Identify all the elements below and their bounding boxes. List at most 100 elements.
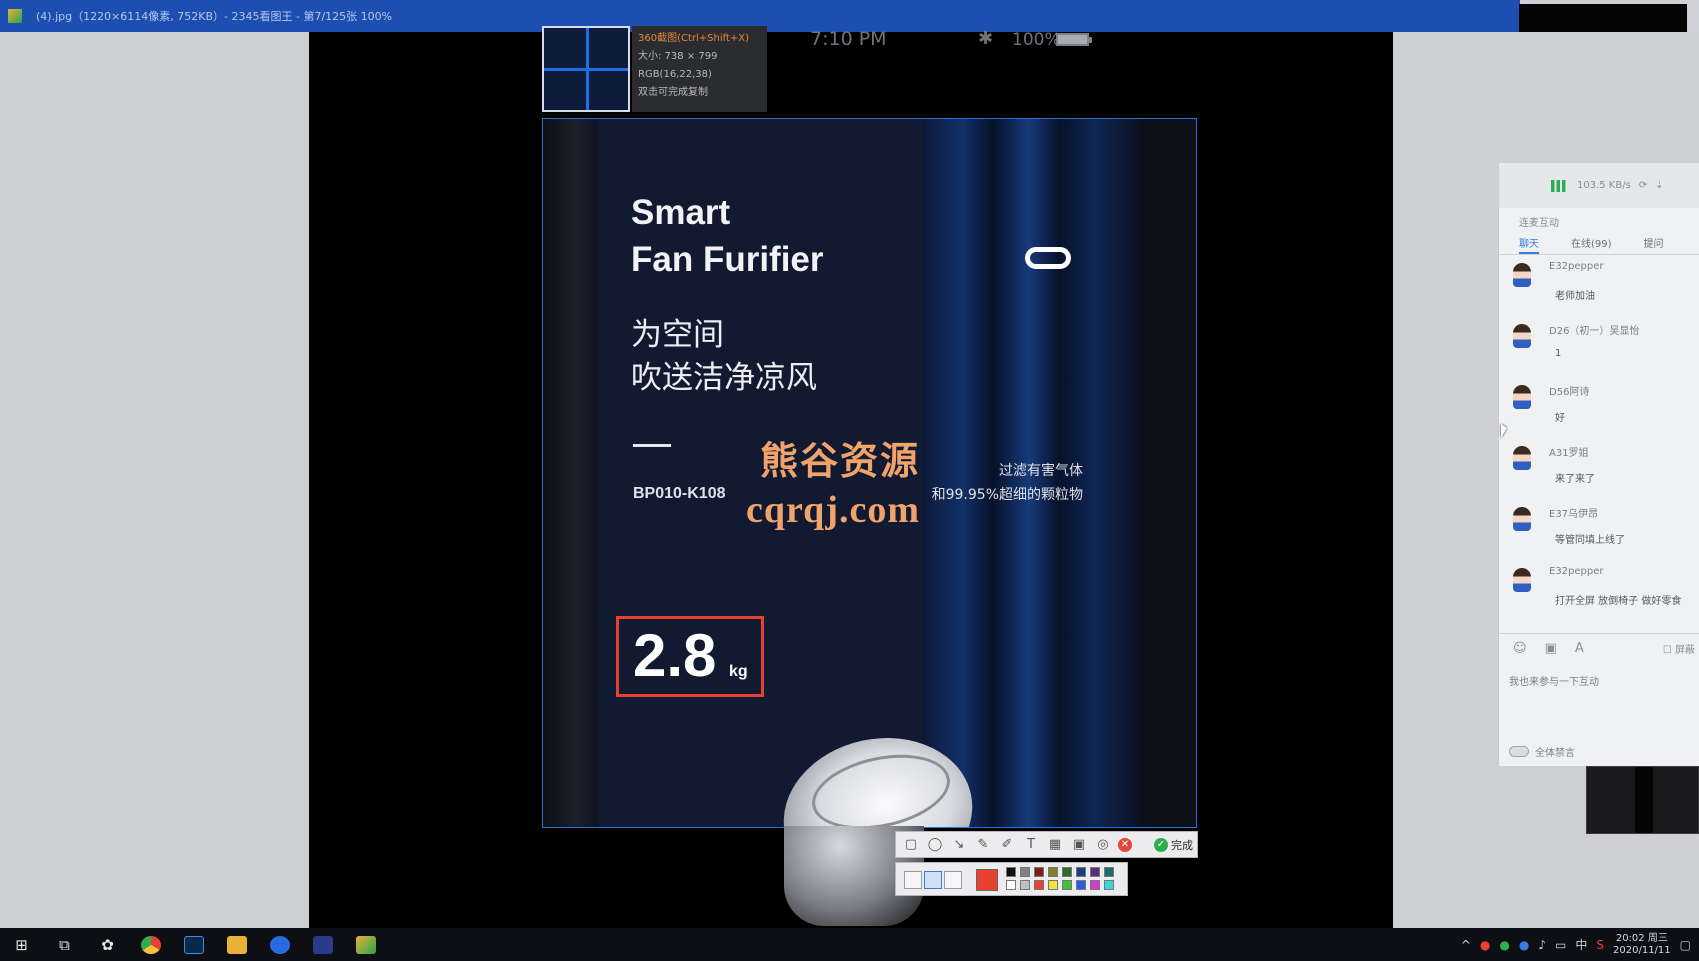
battery-icon (1056, 33, 1092, 46)
chat-message-list: E32pepper 老师加油 D26（初一）吴显怡 1 D56阿诗好 A31罗姐 来了… (1499, 255, 1699, 621)
list-item: E32pepper 老师加油 (1499, 255, 1699, 316)
poster-left-shadow (543, 119, 598, 827)
bluetooth-icon: ✱ (978, 28, 994, 49)
system-tray: ^ ● ● ● ♪ ▭ 中 S 20:02 周三 2020/11/11 ▢ (1461, 928, 1691, 961)
task-view-icon[interactable]: ⧉ (43, 928, 86, 961)
block-checkbox[interactable]: ☐ 屏蔽 (1663, 641, 1695, 656)
notification-icon[interactable]: ▢ (1680, 938, 1691, 952)
pin-icon[interactable]: ◎ (1094, 836, 1112, 854)
mute-all-toggle[interactable]: 全体禁言 (1509, 744, 1575, 759)
color-swatch[interactable] (1006, 880, 1016, 890)
emoji-icon[interactable]: ☺ (1513, 641, 1527, 656)
color-swatch[interactable] (1104, 880, 1114, 890)
watermark-text: 熊谷资源 (760, 438, 921, 483)
color-swatch[interactable] (1090, 867, 1100, 877)
watermark-url: cqrqj.com (746, 489, 920, 531)
weight-unit: kg (729, 663, 748, 680)
chat-input[interactable]: 我也来参与一下互动 (1509, 673, 1599, 688)
rectangle-tool-icon[interactable]: ▢ (902, 836, 920, 854)
color-swatch[interactable] (1048, 867, 1058, 877)
avatar (1513, 324, 1531, 348)
font-icon[interactable]: A (1575, 641, 1584, 656)
arrow-tool-icon[interactable]: ↘ (950, 836, 968, 854)
refresh-icon[interactable]: ⟳ (1639, 180, 1647, 191)
color-swatch[interactable] (1006, 867, 1016, 877)
toggle-switch[interactable] (1509, 746, 1529, 757)
weight-highlight-box: 2.8 kg (616, 616, 764, 697)
color-swatch[interactable] (1076, 867, 1086, 877)
color-swatch[interactable] (1104, 867, 1114, 877)
file-explorer-icon[interactable] (215, 928, 258, 961)
list-item: D56阿诗好 (1499, 377, 1699, 438)
color-swatch[interactable] (1020, 880, 1030, 890)
poster-right-shadow (1143, 119, 1196, 827)
list-item: D26（初一）吴显怡 1 (1499, 316, 1699, 377)
phone-status-time: 7:10 PM (810, 28, 887, 50)
network-icon[interactable]: ▭ (1555, 938, 1566, 952)
done-button[interactable]: ✓ 完成 (1154, 837, 1193, 853)
mouse-cursor-icon (1501, 424, 1507, 438)
start-icon[interactable]: ⊞ (0, 928, 43, 961)
pin-icon[interactable]: ⇣ (1655, 180, 1663, 191)
save-icon[interactable]: ▣ (1070, 836, 1088, 854)
list-item: E32pepper 打开全屏 放倒椅子 做好零食 (1499, 560, 1699, 621)
color-swatch[interactable] (1076, 880, 1086, 890)
volume-icon[interactable]: ♪ (1538, 938, 1546, 952)
chat-section-title: 连麦互动 (1519, 218, 1559, 229)
browser-icon[interactable] (258, 928, 301, 961)
image-viewer-taskbar-icon[interactable] (344, 928, 387, 961)
tab-online[interactable]: 在线(99) (1571, 235, 1612, 254)
viewer-left-margin (0, 32, 309, 928)
small-brush-size[interactable] (904, 871, 922, 889)
color-swatch[interactable] (1034, 880, 1044, 890)
capture-toolbar: ▢ ◯ ↘ ✎ ✐ T ▦ ▣ ◎ ✕ ✓ 完成 (895, 831, 1198, 858)
color-swatch[interactable] (1020, 867, 1030, 877)
teacher-video-thumbnail[interactable] (1586, 766, 1699, 834)
avatar (1513, 507, 1531, 531)
large-brush-size[interactable] (944, 871, 962, 889)
highlighter-tool-icon[interactable]: ✐ (998, 836, 1016, 854)
avatar (1513, 263, 1531, 287)
input-app-icon[interactable]: S (1596, 938, 1604, 952)
ellipse-tool-icon[interactable]: ◯ (926, 836, 944, 854)
ime-indicator[interactable]: 中 (1575, 936, 1587, 953)
cancel-capture-icon[interactable]: ✕ (1118, 837, 1132, 852)
color-swatch[interactable] (1090, 880, 1100, 890)
bluetooth-tray-icon[interactable]: ● (1519, 938, 1529, 952)
signal-icon (1551, 179, 1569, 192)
tab-chat[interactable]: 聊天 (1519, 235, 1539, 254)
weight-value: 2.8 (633, 622, 717, 689)
poster-divider (633, 444, 671, 447)
wechat-icon[interactable]: ● (1499, 938, 1509, 952)
pill-logo-icon (1025, 247, 1071, 269)
chat-tabs: 聊天 在线(99) 提问 (1499, 231, 1699, 255)
chrome-icon[interactable] (129, 928, 172, 961)
medium-brush-size[interactable] (924, 871, 942, 889)
avatar (1513, 385, 1531, 409)
tab-questions[interactable]: 提问 (1644, 235, 1664, 254)
mosaic-tool-icon[interactable]: ▦ (1046, 836, 1064, 854)
avatar (1513, 568, 1531, 592)
photoshop-icon[interactable] (172, 928, 215, 961)
powerpoint-icon[interactable] (301, 928, 344, 961)
pen-tool-icon[interactable]: ✎ (974, 836, 992, 854)
image-icon[interactable]: ▣ (1545, 641, 1557, 656)
color-swatch[interactable] (1034, 867, 1044, 877)
poster-model-number: BP010-K108 (633, 485, 726, 502)
poster-slogan: 为空间 吹送洁净凉风 (631, 317, 817, 396)
selected-color-swatch[interactable] (976, 869, 998, 891)
chevron-up-icon[interactable]: ^ (1461, 938, 1471, 952)
antivirus-icon[interactable]: ● (1480, 938, 1490, 952)
taskbar-clock[interactable]: 20:02 周三 2020/11/11 (1613, 933, 1671, 957)
capture-info-panel: 360截图(Ctrl+Shift+X) 大小: 738 × 799 RGB(16… (632, 26, 767, 112)
avatar (1513, 446, 1531, 470)
color-swatch[interactable] (1062, 867, 1072, 877)
color-swatch[interactable] (1048, 880, 1058, 890)
image-viewer-app-icon (8, 9, 22, 23)
window-title: (4).jpg（1220×6114像素, 752KB）- 2345看图王 - 第… (36, 10, 393, 23)
live-chat-panel: 103.5 KB/s ⟳ ⇣ 连麦互动 聊天 在线(99) 提问 E32pepp… (1498, 163, 1699, 766)
check-icon: ✓ (1154, 837, 1168, 852)
color-swatch[interactable] (1062, 880, 1072, 890)
app-icon[interactable]: ✿ (86, 928, 129, 961)
text-tool-icon[interactable]: T (1022, 836, 1040, 854)
